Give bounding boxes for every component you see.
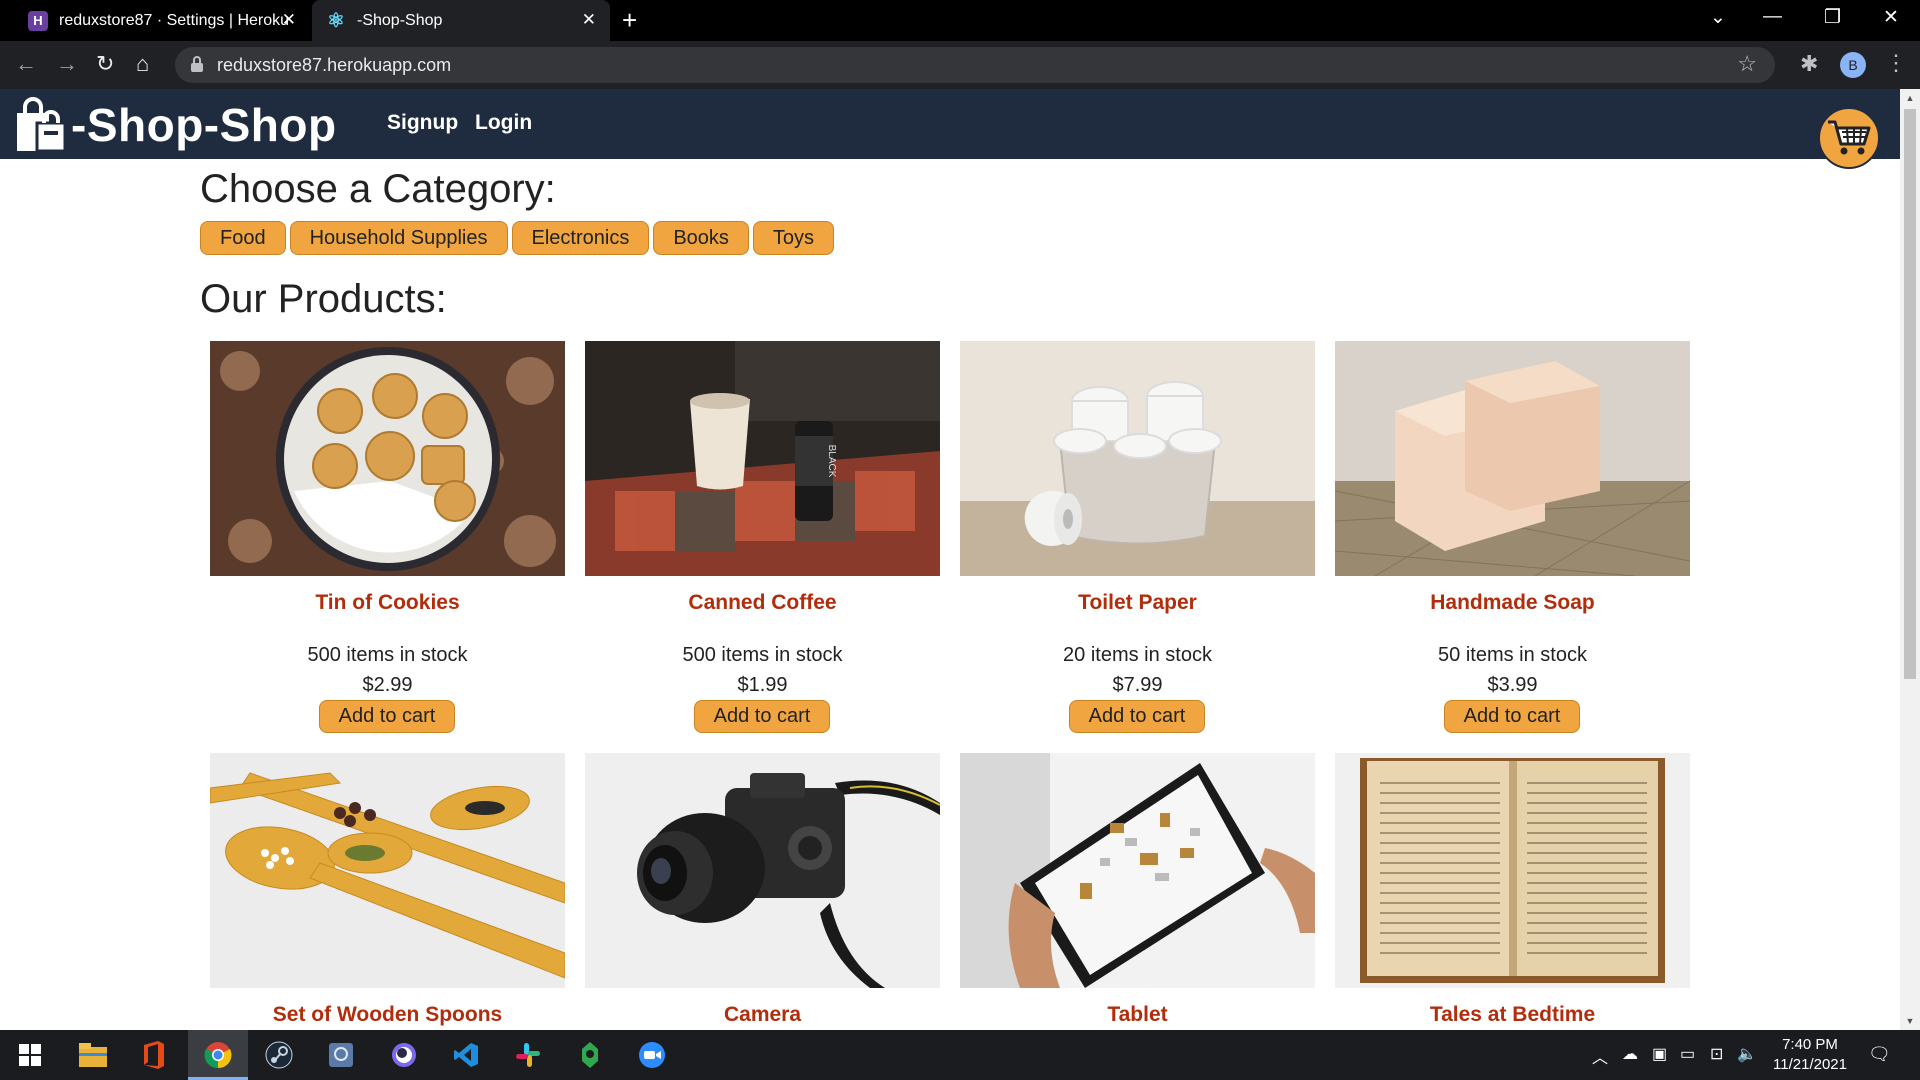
add-to-cart-button[interactable]: Add to cart	[319, 700, 455, 733]
close-window-icon[interactable]: ✕	[1883, 6, 1899, 29]
product-price: $7.99	[1112, 674, 1163, 696]
brand-title: -Shop-Shop	[71, 99, 337, 151]
product-image-camera[interactable]	[585, 753, 940, 988]
product-stock: 500 items in stock	[682, 644, 843, 666]
battery-icon[interactable]: ▭	[1680, 1044, 1695, 1064]
tray-chevron-icon[interactable]: ︿	[1592, 1044, 1608, 1068]
cart-button[interactable]	[1818, 107, 1880, 169]
shopping-cart-icon	[1828, 120, 1871, 155]
vscode-icon[interactable]	[449, 1038, 483, 1072]
clock-date: 11/21/2021	[1773, 1056, 1847, 1073]
taskbar-clock[interactable]: 7:40 PM 11/21/2021	[1755, 1035, 1865, 1075]
category-books-button[interactable]: Books	[653, 221, 749, 255]
product-name[interactable]: Tales at Bedtime	[1335, 1003, 1690, 1027]
media-app-icon[interactable]	[324, 1038, 358, 1072]
home-icon[interactable]: ⌂	[136, 51, 149, 77]
category-list: Food Household Supplies Electronics Book…	[200, 221, 835, 255]
close-tab-icon[interactable]: ✕	[282, 10, 296, 30]
notifications-icon[interactable]: 🗨	[1868, 1044, 1891, 1065]
category-electronics-button[interactable]: Electronics	[511, 221, 650, 255]
file-explorer-icon[interactable]	[76, 1038, 110, 1072]
product-name[interactable]: Tin of Cookies	[210, 591, 565, 615]
taskbar: ︿ ☁ ▣ ▭ ⊡ 🔈 7:40 PM 11/21/2021 🗨	[0, 1030, 1920, 1080]
product-name[interactable]: Set of Wooden Spoons	[210, 1003, 565, 1027]
slack-icon[interactable]	[511, 1038, 545, 1072]
category-household-button[interactable]: Household Supplies	[289, 221, 508, 255]
tab-title: -Shop-Shop	[357, 11, 443, 29]
gitkraken-icon[interactable]	[573, 1038, 607, 1072]
tab-search-icon[interactable]: ⌄	[1710, 6, 1726, 29]
page-viewport: -Shop-Shop Signup Login Choose a Categor…	[0, 89, 1900, 1030]
onedrive-icon[interactable]: ☁	[1622, 1044, 1638, 1064]
network-icon[interactable]: ⊡	[1710, 1044, 1723, 1064]
add-to-cart-button[interactable]: Add to cart	[694, 700, 830, 733]
bookmark-star-icon[interactable]: ☆	[1737, 51, 1757, 77]
product-image-cookies[interactable]	[210, 341, 565, 576]
browser-menu-icon[interactable]: ⋮	[1885, 50, 1907, 76]
product-image-book[interactable]	[1335, 753, 1690, 988]
category-heading: Choose a Category:	[200, 167, 556, 211]
product-image-coffee[interactable]: BLACK	[585, 341, 940, 576]
product-image-toilet-paper[interactable]	[960, 341, 1315, 576]
reload-icon[interactable]: ↻	[96, 51, 114, 77]
category-toys-button[interactable]: Toys	[752, 221, 835, 255]
add-to-cart-button[interactable]: Add to cart	[1069, 700, 1205, 733]
clock-time: 7:40 PM	[1782, 1036, 1838, 1053]
product-name[interactable]: Canned Coffee	[585, 591, 940, 615]
product-stock: 50 items in stock	[1438, 644, 1587, 666]
heroku-icon: H	[28, 10, 48, 31]
new-tab-icon[interactable]: +	[622, 7, 637, 33]
product-image-soap[interactable]	[1335, 341, 1690, 576]
scroll-down-icon[interactable]: ▼	[1904, 1016, 1916, 1026]
zoom-icon[interactable]	[635, 1038, 669, 1072]
product-price: $1.99	[737, 674, 788, 696]
scroll-up-icon[interactable]: ▲	[1904, 93, 1916, 103]
scrollbar-thumb[interactable]	[1904, 109, 1916, 679]
tab-title: reduxstore87 · Settings | Heroku	[59, 11, 290, 29]
products-heading: Our Products:	[200, 277, 447, 321]
product-name[interactable]: Toilet Paper	[960, 591, 1315, 615]
login-link[interactable]: Login	[475, 111, 532, 135]
react-icon: ⚛	[327, 10, 345, 32]
product-image-tablet[interactable]	[960, 753, 1315, 988]
chrome-icon[interactable]	[201, 1038, 235, 1072]
product-stock: 20 items in stock	[1063, 644, 1212, 666]
minimize-icon[interactable]: —	[1763, 6, 1782, 28]
steam-icon[interactable]	[262, 1038, 296, 1072]
product-image-spoons[interactable]	[210, 753, 565, 988]
add-to-cart-button[interactable]: Add to cart	[1444, 700, 1580, 733]
forward-icon[interactable]: →	[56, 51, 78, 77]
shopping-bags-icon	[13, 97, 69, 153]
profile-avatar[interactable]: B	[1840, 52, 1866, 78]
category-food-button[interactable]: Food	[200, 221, 286, 255]
url-text[interactable]: reduxstore87.herokuapp.com	[217, 55, 451, 76]
app-header: -Shop-Shop Signup Login	[0, 89, 1900, 159]
product-price: $2.99	[362, 674, 413, 696]
address-bar[interactable]: reduxstore87.herokuapp.com ☆	[175, 47, 1775, 83]
display-icon[interactable]: ▣	[1652, 1044, 1667, 1064]
obs-icon[interactable]	[387, 1038, 421, 1072]
product-name[interactable]: Tablet	[960, 1003, 1315, 1027]
lock-icon	[191, 56, 203, 72]
page-scrollbar[interactable]: ▲ ▼	[1900, 89, 1920, 1030]
office-icon[interactable]	[137, 1038, 171, 1072]
close-tab-icon[interactable]: ✕	[582, 10, 596, 30]
browser-toolbar: ← → ↻ ⌂ reduxstore87.herokuapp.com ☆ ✱ B…	[0, 41, 1920, 89]
signup-link[interactable]: Signup	[387, 111, 458, 135]
product-price: $3.99	[1487, 674, 1538, 696]
windows-start-icon[interactable]	[13, 1038, 47, 1072]
brand-logo-link[interactable]: -Shop-Shop	[13, 97, 337, 153]
restore-icon[interactable]: ❐	[1824, 6, 1841, 29]
svg-text:BLACK: BLACK	[826, 445, 837, 478]
back-icon[interactable]: ←	[15, 51, 37, 77]
product-stock: 500 items in stock	[307, 644, 468, 666]
product-name[interactable]: Camera	[585, 1003, 940, 1027]
tab-shop-shop[interactable]: ⚛ -Shop-Shop ✕	[312, 0, 610, 41]
extensions-icon[interactable]: ✱	[1800, 51, 1818, 77]
product-name[interactable]: Handmade Soap	[1335, 591, 1690, 615]
tab-heroku-settings[interactable]: H reduxstore87 · Settings | Heroku ✕	[14, 0, 310, 41]
browser-tabstrip: H reduxstore87 · Settings | Heroku ✕ ⚛ -…	[0, 0, 1920, 41]
volume-icon[interactable]: 🔈	[1737, 1044, 1757, 1064]
